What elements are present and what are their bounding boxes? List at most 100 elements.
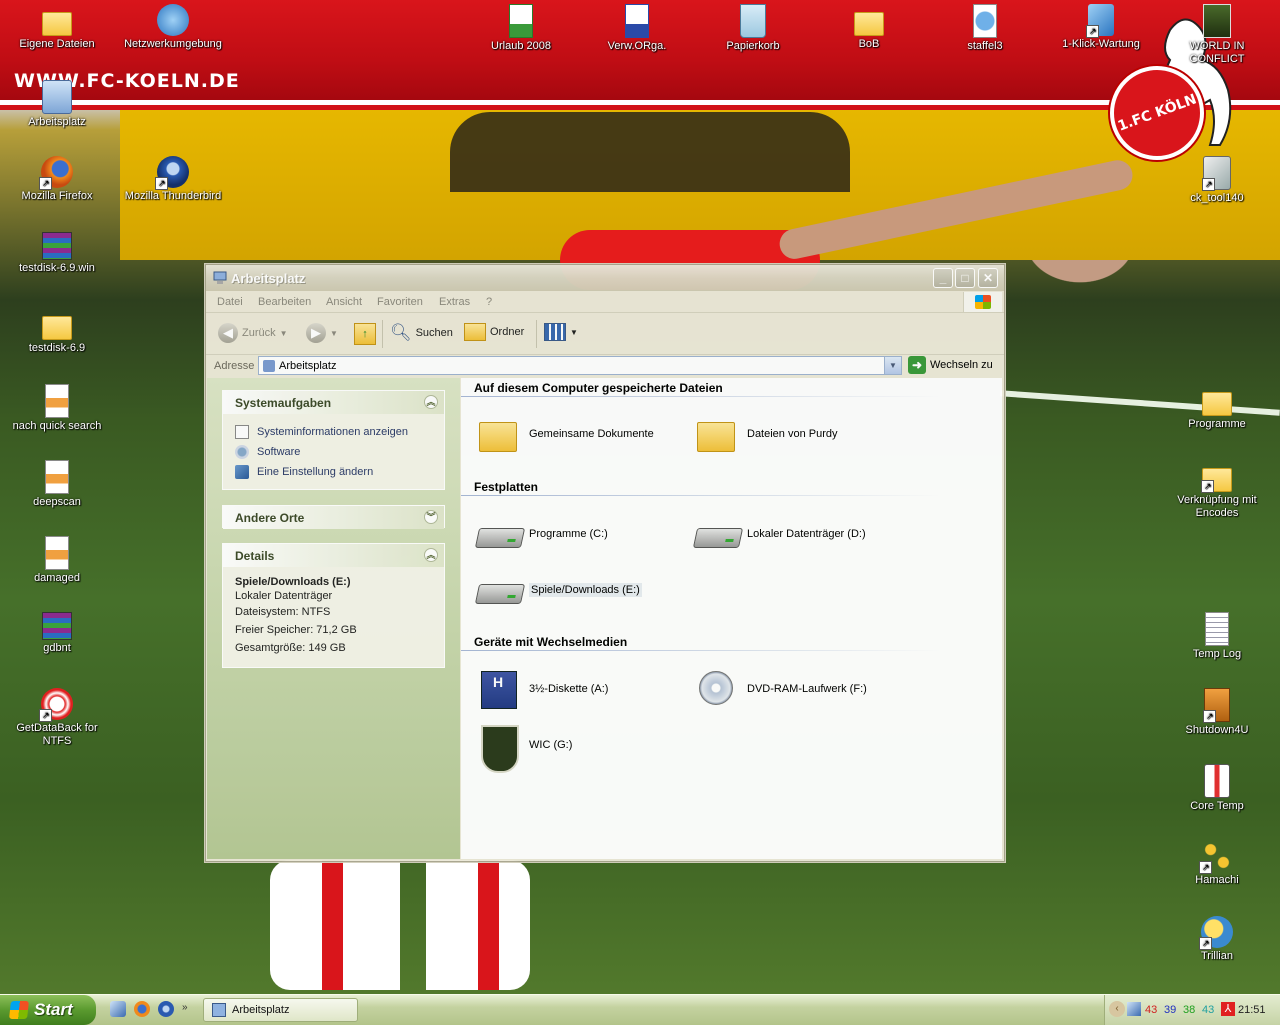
desktop-icon-arbeitsplatz[interactable]: Arbeitsplatz: [0, 80, 114, 129]
tool-icon: [1202, 156, 1231, 191]
item-drive-c[interactable]: Programme (C:): [474, 514, 608, 554]
menu-favoriten[interactable]: Favoriten: [377, 296, 423, 308]
desktop-icon-label: Core Temp: [1190, 800, 1244, 812]
desktop-icon-netzwerkumgebung[interactable]: Netzwerkumgebung: [116, 4, 230, 51]
folder-icon: [854, 12, 884, 36]
item-gemeinsame-dokumente[interactable]: Gemeinsame Dokumente: [475, 414, 654, 454]
item-floppy-a[interactable]: 3½-Diskette (A:): [475, 669, 608, 709]
views-button[interactable]: ▼: [544, 323, 578, 341]
collapse-icon[interactable]: ︽: [424, 548, 438, 562]
section-title-stored-files: Auf diesem Computer gespeicherte Dateien: [474, 381, 723, 395]
shutdown-icon: [1203, 688, 1230, 723]
desktop-icon-trillian[interactable]: Trillian: [1160, 916, 1274, 963]
item-dvd-f[interactable]: DVD-RAM-Laufwerk (F:): [693, 669, 867, 709]
menu-bearbeiten[interactable]: Bearbeiten: [258, 296, 311, 308]
desktop-icon-label: Trillian: [1201, 950, 1233, 962]
text-file-icon: [1205, 612, 1229, 646]
dvd-drive-icon: [693, 669, 739, 709]
clock[interactable]: 21:51: [1238, 1004, 1266, 1016]
task-software[interactable]: Software: [223, 442, 444, 462]
desktop-icon-eigene-dateien[interactable]: Eigene Dateien: [0, 4, 114, 51]
desktop-icon-gdbnt[interactable]: gdbnt: [0, 612, 114, 655]
menu-ansicht[interactable]: Ansicht: [326, 296, 362, 308]
desktop-icon-bob[interactable]: BoB: [812, 4, 926, 51]
thunderbird-icon[interactable]: [158, 1001, 174, 1017]
task-change-setting[interactable]: Eine Einstellung ändern: [223, 462, 444, 482]
address-dropdown-button[interactable]: ▼: [884, 357, 901, 374]
up-folder-icon: ↑: [354, 323, 376, 345]
shared-folder-icon: [475, 414, 521, 454]
minimize-button[interactable]: _: [933, 268, 953, 288]
folders-button[interactable]: Ordner: [464, 323, 524, 341]
back-button[interactable]: ◀ Zurück ▼: [218, 323, 288, 343]
thunderbird-icon: [155, 156, 189, 190]
go-button[interactable]: ➜ Wechseln zu: [908, 356, 993, 374]
start-button[interactable]: Start: [0, 995, 96, 1025]
media-file-icon: [973, 4, 997, 38]
item-dateien-von-purdy[interactable]: Dateien von Purdy: [693, 414, 838, 454]
desktop-icon-papierkorb[interactable]: Papierkorb: [696, 4, 810, 53]
task-system-info[interactable]: Systeminformationen anzeigen: [223, 422, 444, 442]
desktop-icon-urlaub-2008[interactable]: Urlaub 2008: [464, 4, 578, 53]
club-logo-text: 1.FC KÖLN: [1115, 91, 1199, 135]
desktop-icon-getdataback[interactable]: GetDataBack for NTFS: [0, 688, 114, 748]
hard-drive-icon: [474, 514, 526, 554]
address-bar: Adresse Arbeitsplatz ▼ ➜ Wechseln zu: [206, 355, 1004, 377]
collapse-icon[interactable]: ︽: [424, 395, 438, 409]
show-desktop-icon[interactable]: [110, 1001, 126, 1017]
desktop-icon-mozilla-thunderbird[interactable]: Mozilla Thunderbird: [116, 156, 230, 203]
item-label: DVD-RAM-Laufwerk (F:): [747, 683, 867, 695]
file-icon: [45, 384, 69, 418]
item-drive-d[interactable]: Lokaler Datenträger (D:): [692, 514, 866, 554]
desktop-icon-mozilla-firefox[interactable]: Mozilla Firefox: [0, 156, 114, 203]
desktop-icon-deepscan[interactable]: deepscan: [0, 460, 114, 509]
panel-header[interactable]: Details ︽: [223, 544, 444, 567]
menu-datei[interactable]: Datei: [217, 296, 243, 308]
panel-header[interactable]: Andere Orte ︾: [223, 506, 444, 529]
desktop-icon-core-temp[interactable]: Core Temp: [1160, 764, 1274, 813]
panel-header[interactable]: Systemaufgaben ︽: [223, 391, 444, 414]
close-button[interactable]: ✕: [978, 268, 998, 288]
taskbar-item-arbeitsplatz[interactable]: Arbeitsplatz: [203, 998, 358, 1022]
desktop-icon-world-in-conflict[interactable]: WORLD IN CONFLICT: [1160, 4, 1274, 66]
chevron-down-icon: ▼: [570, 327, 578, 337]
forward-button[interactable]: ▶ ▼: [306, 323, 338, 343]
desktop-icon-hamachi[interactable]: Hamachi: [1160, 840, 1274, 887]
acrobat-tray-icon[interactable]: ⅄: [1221, 1002, 1235, 1016]
desktop-icon-encodes-shortcut[interactable]: Verknüpfung mit Encodes: [1160, 460, 1274, 520]
up-folder-button[interactable]: ↑: [354, 323, 376, 345]
network-tray-icon[interactable]: [1127, 1002, 1141, 1016]
desktop-icon-testdisk-win[interactable]: testdisk-6.9.win: [0, 232, 114, 275]
desktop-icon-temp-log[interactable]: Temp Log: [1160, 612, 1274, 661]
menu-help[interactable]: ?: [486, 296, 492, 308]
desktop-icon-shutdown4u[interactable]: Shutdown4U: [1160, 688, 1274, 737]
hard-drive-icon: [474, 570, 526, 610]
task-label: Software: [257, 446, 301, 458]
search-button[interactable]: 🔍︎ Suchen: [390, 323, 453, 343]
tray-value-1: 43: [1145, 1004, 1158, 1016]
desktop-icon-damaged[interactable]: damaged: [0, 536, 114, 585]
address-input[interactable]: Arbeitsplatz ▼: [258, 356, 902, 375]
quicklaunch-more-icon[interactable]: »: [182, 1002, 188, 1013]
desktop-icon-testdisk[interactable]: testdisk-6.9: [0, 308, 114, 355]
desktop-icon-verw-orga[interactable]: Verw.ORga.: [580, 4, 694, 53]
desktop-icon-label: deepscan: [33, 496, 81, 508]
panel-other-places: Andere Orte ︾: [222, 505, 445, 529]
tray-expand-icon[interactable]: ‹: [1109, 1001, 1125, 1017]
desktop-icon-programme[interactable]: Programme: [1160, 384, 1274, 431]
desktop-icon-staffel3[interactable]: staffel3: [928, 4, 1042, 53]
expand-icon[interactable]: ︾: [424, 510, 438, 524]
task-label: Systeminformationen anzeigen: [257, 426, 409, 438]
desktop-icon-ck-tool140[interactable]: ck_tool140: [1160, 156, 1274, 205]
back-arrow-icon: ◀: [218, 323, 238, 343]
desktop-icon-1-klick-wartung[interactable]: 1-Klick-Wartung: [1044, 4, 1158, 51]
desktop-icon-label: Eigene Dateien: [19, 38, 95, 50]
my-computer-icon: [213, 271, 227, 284]
maximize-button[interactable]: □: [955, 268, 975, 288]
window-titlebar[interactable]: Arbeitsplatz _ □ ✕: [206, 265, 1004, 291]
menu-extras[interactable]: Extras: [439, 296, 470, 308]
firefox-icon[interactable]: [134, 1001, 150, 1017]
desktop-icon-nach-quick-search[interactable]: nach quick search: [0, 384, 114, 433]
item-wic-g[interactable]: WIC (G:): [475, 725, 572, 773]
item-drive-e[interactable]: Spiele/Downloads (E:): [474, 570, 642, 610]
